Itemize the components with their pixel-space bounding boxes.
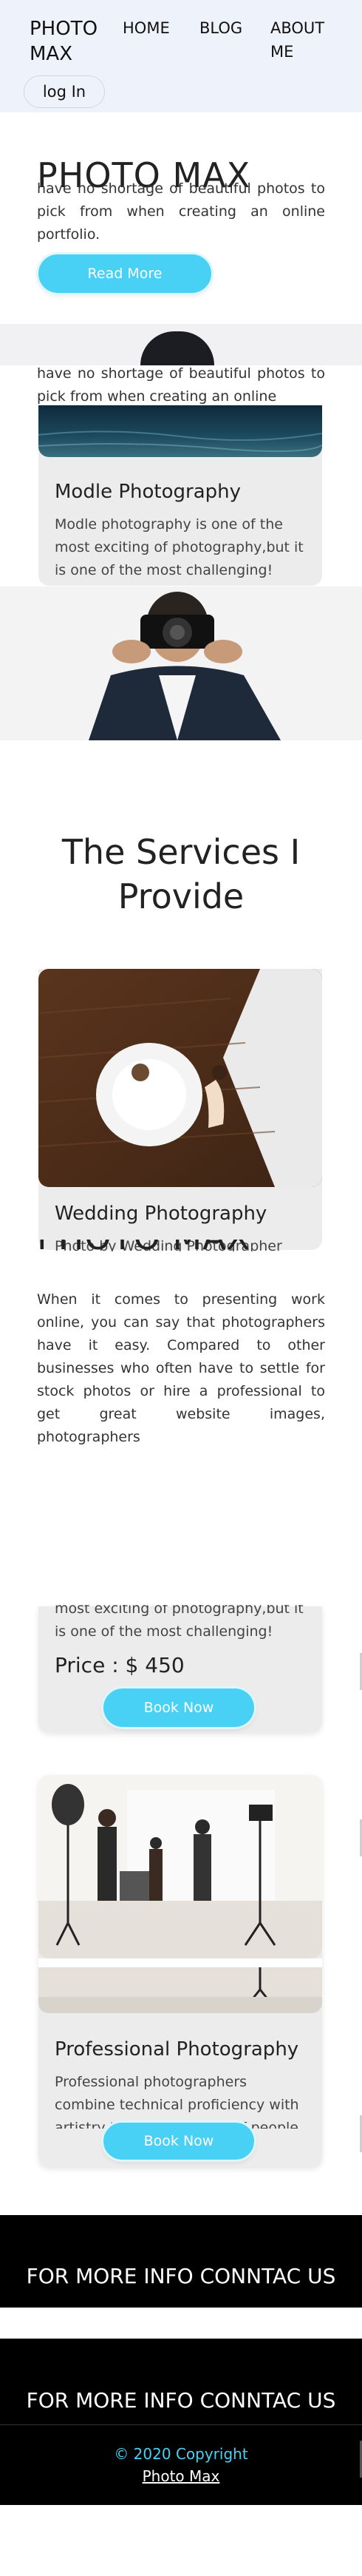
contact-banner-1: [0, 2215, 362, 2308]
strip-text: have no shortage of beautiful photos to …: [37, 365, 325, 405]
hero-text: have no shortage of beautiful photos to …: [37, 180, 325, 243]
book-now-button-2[interactable]: Book Now: [103, 2123, 254, 2160]
water-reflection-icon: [38, 430, 322, 453]
photographer-image: [0, 586, 362, 740]
professional-card-image-2: [38, 1967, 322, 2013]
about-title: PHOTO MAX: [37, 1240, 325, 1256]
model-card-image: [38, 405, 322, 457]
photographer-banner: [0, 586, 362, 740]
professional-card-text: Professional photographers combine techn…: [55, 2074, 299, 2129]
studio-photo-repeat-icon: [38, 1967, 322, 2013]
copyright-link[interactable]: Photo Max: [0, 2466, 362, 2487]
login-button[interactable]: log In: [24, 75, 105, 108]
about-title-clip: PHOTO MAX: [37, 1240, 325, 1256]
professional-card-title: Professional Photography: [55, 2038, 299, 2061]
book-now-button-1[interactable]: Book Now: [103, 1688, 254, 1727]
wedding-photo-icon: [38, 969, 322, 1187]
about-text: When it comes to presenting work online,…: [37, 1291, 325, 1445]
contact-text-1: FOR MORE INFO CONNTAC US: [26, 2264, 336, 2288]
read-more-button[interactable]: Read More: [38, 254, 211, 293]
price-label: Price : $ 450: [55, 1653, 185, 1677]
nav-about-me[interactable]: ABOUT ME: [270, 16, 341, 64]
site-logo[interactable]: PHOTO MAX: [30, 16, 111, 67]
studio-photo-icon: [38, 1775, 322, 1958]
price-card-text: most exciting of photography,but it is o…: [55, 1605, 310, 1643]
professional-card-image: [38, 1775, 322, 1958]
contact-text-2: FOR MORE INFO CONNTAC US: [26, 2388, 336, 2413]
nav-home[interactable]: HOME: [123, 16, 170, 40]
footer-divider: [0, 2424, 362, 2425]
services-title: The Services I Provide: [61, 832, 301, 916]
nav-blog[interactable]: BLOG: [199, 16, 242, 40]
wedding-card-title: Wedding Photography: [55, 1203, 267, 1225]
model-card-title: Modle Photography: [55, 481, 241, 503]
model-card-text: Modle photography is one of the most exc…: [55, 516, 304, 578]
price-card-text-inner: most exciting of photography,but it is o…: [55, 1605, 304, 1640]
wedding-card-image: [38, 969, 322, 1187]
copyright-text: © 2020 Copyright: [114, 2445, 248, 2463]
card-gap: [38, 1958, 322, 1967]
